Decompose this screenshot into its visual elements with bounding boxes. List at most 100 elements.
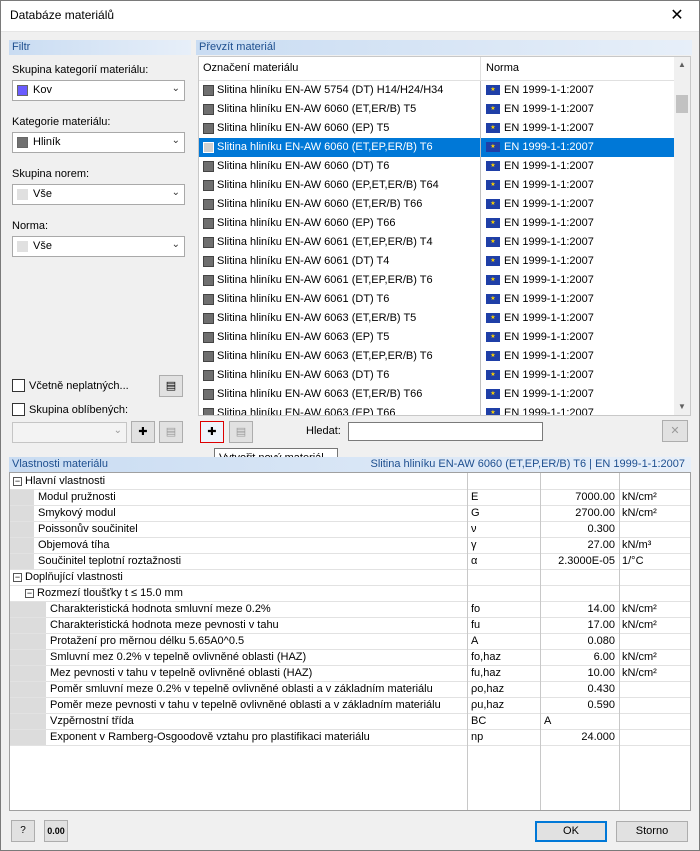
material-color-icon	[203, 332, 214, 343]
create-material-button[interactable]: ✚	[200, 421, 224, 443]
property-value[interactable]: A	[544, 715, 618, 727]
checkbox-box[interactable]	[12, 403, 25, 416]
property-symbol: BC	[471, 715, 487, 727]
group-additional-properties[interactable]: − Doplňující vlastnosti	[10, 570, 690, 586]
edit-favorites-button[interactable]: ▤	[159, 421, 183, 443]
material-category-select[interactable]: Hliník ⌄	[12, 132, 185, 153]
material-list-scrollbar[interactable]: ▲ ▼	[674, 57, 690, 415]
material-norm: EN 1999-1-1:2007	[504, 141, 594, 153]
window-title: Databáze materiálů	[10, 8, 115, 22]
eu-flag-icon: ★	[486, 294, 500, 304]
property-symbol: ρu,haz	[471, 699, 505, 711]
column-material-name[interactable]: Označení materiálu	[203, 62, 298, 74]
eu-flag-icon: ★	[486, 161, 500, 171]
favorites-checkbox[interactable]: Skupina oblíbených:	[12, 403, 128, 416]
norm-select[interactable]: Vše ⌄	[12, 236, 185, 257]
property-name: Exponent v Ramberg-Osgoodově vztahu pro …	[50, 731, 370, 743]
color-swatch-icon	[17, 85, 28, 96]
scroll-down-icon[interactable]: ▼	[674, 399, 690, 415]
list-item[interactable]: Slitina hliníku EN-AW 6063 (ET,ER/B) T5 ★…	[199, 309, 675, 328]
material-norm: EN 1999-1-1:2007	[504, 255, 594, 267]
eu-flag-icon: ★	[486, 180, 500, 190]
material-group-label: Skupina kategorií materiálu:	[12, 64, 149, 76]
new-favorites-group-button[interactable]: ✚	[131, 421, 155, 443]
material-group-select[interactable]: Kov ⌄	[12, 80, 185, 101]
material-name: Slitina hliníku EN-AW 6063 (EP) T5	[217, 331, 390, 343]
material-color-icon	[203, 408, 214, 415]
property-value[interactable]: 7000.00	[541, 491, 615, 503]
close-icon[interactable]: ✕	[654, 0, 700, 31]
norm-group-select[interactable]: Vše ⌄	[12, 184, 185, 205]
property-value[interactable]: 2.3000E-05	[541, 555, 615, 567]
list-item[interactable]: Slitina hliníku EN-AW 6061 (DT) T6 ★ EN 19…	[199, 290, 675, 309]
scroll-up-icon[interactable]: ▲	[674, 57, 690, 73]
list-item[interactable]: Slitina hliníku EN-AW 6060 (ET,EP,ER/B) …	[199, 138, 675, 157]
list-item[interactable]: Slitina hliníku EN-AW 6060 (EP) T5 ★ EN 19…	[199, 119, 675, 138]
property-value[interactable]: 14.00	[541, 603, 615, 615]
collapse-icon[interactable]: −	[13, 477, 22, 486]
property-value[interactable]: 0.080	[541, 635, 615, 647]
help-button[interactable]: ?	[11, 820, 35, 842]
material-name: Slitina hliníku EN-AW 6060 (ET,ER/B) T66	[217, 198, 423, 210]
property-value[interactable]: 0.300	[541, 523, 615, 535]
property-value[interactable]: 27.00	[541, 539, 615, 551]
cancel-button[interactable]: Storno	[616, 821, 688, 842]
material-norm: EN 1999-1-1:2007	[504, 293, 594, 305]
list-item[interactable]: Slitina hliníku EN-AW 6063 (DT) T6 ★ EN 19…	[199, 366, 675, 385]
property-value[interactable]: 10.00	[541, 667, 615, 679]
chevron-down-icon: ⌄	[171, 239, 180, 250]
list-item[interactable]: Slitina hliníku EN-AW 6063 (EP) T5 ★ EN 19…	[199, 328, 675, 347]
scroll-thumb[interactable]	[676, 95, 688, 113]
list-item[interactable]: Slitina hliníku EN-AW 6060 (ET,ER/B) T5 ★…	[199, 100, 675, 119]
property-row: Součinitel teplotní roztažnosti α 2.3000E-…	[10, 554, 690, 570]
favorites-select[interactable]: ⌄	[12, 422, 127, 443]
list-item[interactable]: Slitina hliníku EN-AW 6063 (ET,EP,ER/B) …	[199, 347, 675, 366]
include-invalid-checkbox[interactable]: Včetně neplatných...	[12, 379, 129, 392]
list-item[interactable]: Slitina hliníku EN-AW 6060 (EP) T66 ★ EN 1…	[199, 214, 675, 233]
list-item[interactable]: Slitina hliníku EN-AW 5754 (DT) H14/H24/…	[199, 81, 675, 100]
clear-search-button[interactable]: ✕	[662, 420, 688, 442]
group-thickness-range[interactable]: − Rozmezí tloušťky t ≤ 15.0 mm	[10, 586, 690, 602]
list-item[interactable]: Slitina hliníku EN-AW 6061 (DT) T4 ★ EN 19…	[199, 252, 675, 271]
checkbox-box[interactable]	[12, 379, 25, 392]
search-input[interactable]	[348, 422, 543, 441]
edit-material-button[interactable]: ▤	[229, 421, 253, 443]
property-row: Charakteristická hodnota smluvní meze 0.…	[10, 602, 690, 618]
property-value[interactable]: 0.590	[541, 699, 615, 711]
units-button[interactable]: 0.00	[44, 820, 68, 842]
column-norm[interactable]: Norma	[486, 62, 519, 74]
list-item[interactable]: Slitina hliníku EN-AW 6060 (EP,ET,ER/B) …	[199, 176, 675, 195]
group-main-properties[interactable]: − Hlavní vlastnosti	[10, 474, 690, 490]
property-unit: kN/cm²	[622, 651, 657, 663]
material-list[interactable]: Označení materiálu Norma Slitina hliníku…	[198, 56, 691, 416]
material-norm: EN 1999-1-1:2007	[504, 236, 594, 248]
property-symbol: γ	[471, 539, 477, 551]
list-item[interactable]: Slitina hliníku EN-AW 6060 (DT) T6 ★ EN 19…	[199, 157, 675, 176]
property-symbol: fo,haz	[471, 651, 501, 663]
property-value[interactable]: 17.00	[541, 619, 615, 631]
property-value[interactable]: 24.000	[541, 731, 615, 743]
list-item[interactable]: Slitina hliníku EN-AW 6063 (ET,ER/B) T66…	[199, 385, 675, 404]
property-name: Mez pevnosti v tahu v tepelně ovlivněné …	[50, 667, 313, 679]
chevron-down-icon: ⌄	[113, 425, 122, 436]
collapse-icon[interactable]: −	[25, 589, 34, 598]
filter-icon: ▤	[165, 380, 177, 392]
property-row: Modul pružnosti E 7000.00 kN/cm²	[10, 490, 690, 506]
properties-table: − Hlavní vlastnosti Modul pružnosti E 7000.0…	[9, 472, 691, 811]
property-symbol: α	[471, 555, 478, 567]
list-item[interactable]: Slitina hliníku EN-AW 6061 (ET,EP,ER/B) …	[199, 271, 675, 290]
norm-label: Norma:	[12, 220, 49, 232]
ok-button[interactable]: OK	[535, 821, 607, 842]
norm-group-label: Skupina norem:	[12, 168, 90, 180]
property-unit: kN/cm²	[622, 491, 657, 503]
property-value[interactable]: 2700.00	[541, 507, 615, 519]
property-value[interactable]: 0.430	[541, 683, 615, 695]
property-symbol: fu	[471, 619, 481, 631]
material-name: Slitina hliníku EN-AW 6063 (ET,ER/B) T66	[217, 388, 423, 400]
list-item[interactable]: Slitina hliníku EN-AW 6063 (EP) T66 ★ EN 1…	[199, 404, 675, 415]
collapse-icon[interactable]: −	[13, 573, 22, 582]
property-value[interactable]: 6.00	[541, 651, 615, 663]
list-item[interactable]: Slitina hliníku EN-AW 6061 (ET,EP,ER/B) …	[199, 233, 675, 252]
list-item[interactable]: Slitina hliníku EN-AW 6060 (ET,ER/B) T66…	[199, 195, 675, 214]
edit-filter-button[interactable]: ▤	[159, 375, 183, 397]
